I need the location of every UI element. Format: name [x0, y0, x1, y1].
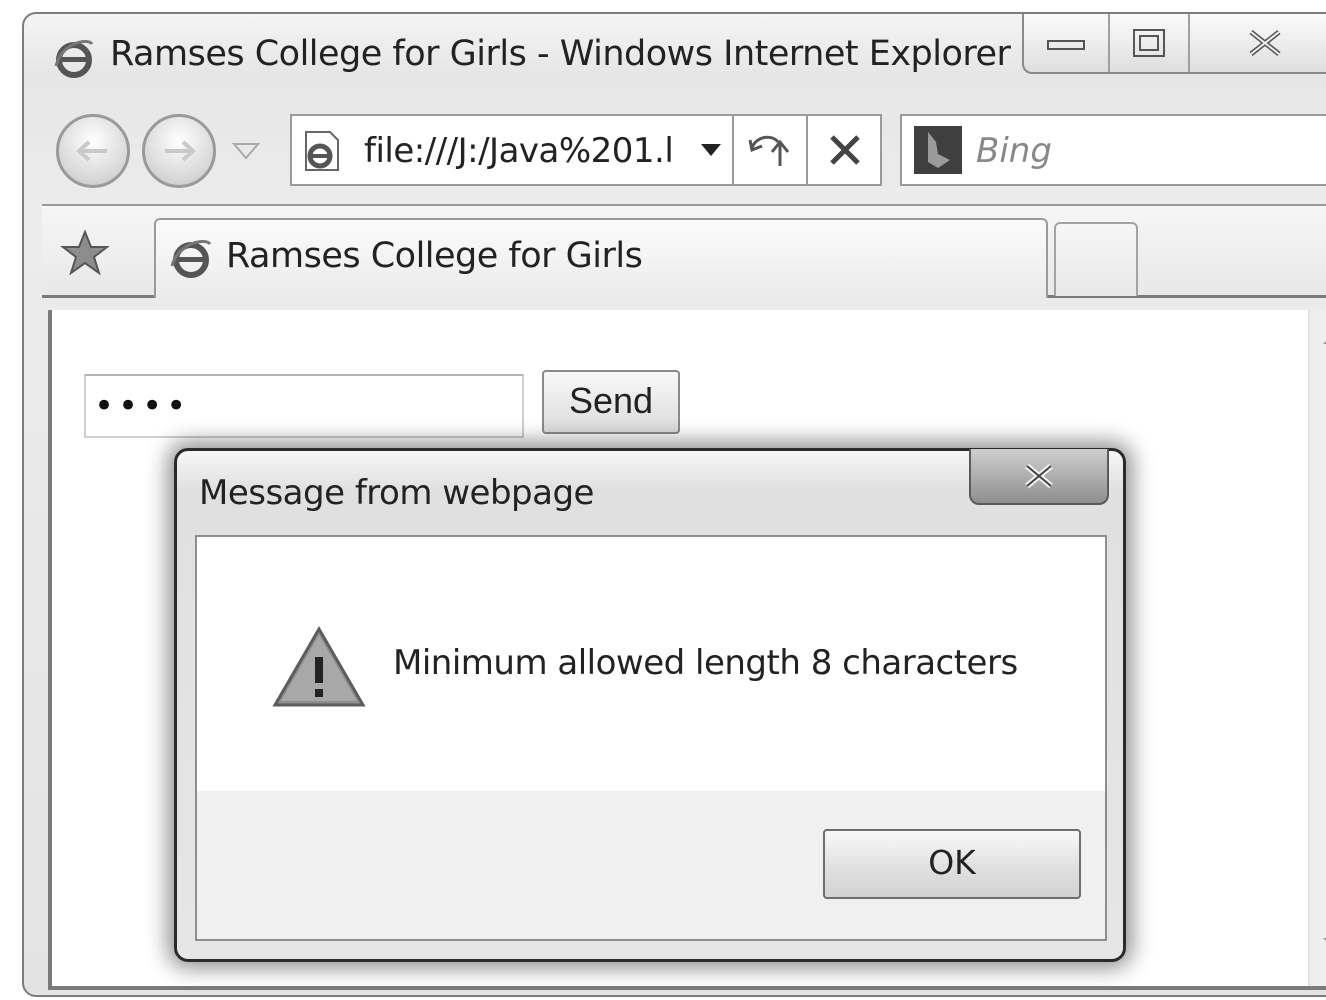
address-dropdown-button[interactable] — [696, 124, 726, 176]
vertical-scrollbar[interactable] — [1308, 310, 1326, 986]
password-input[interactable]: •••• — [84, 374, 524, 438]
tab-ramses-college[interactable]: Ramses College for Girls — [154, 218, 1048, 298]
tab-bar: Ramses College for Girls — [42, 204, 1326, 298]
back-button[interactable] — [56, 114, 130, 188]
forward-button[interactable] — [142, 114, 216, 188]
close-button[interactable] — [1190, 14, 1326, 72]
refresh-icon — [748, 135, 790, 166]
dialog-title: Message from webpage — [199, 473, 594, 513]
maximize-button[interactable] — [1110, 14, 1190, 72]
stop-icon — [830, 135, 860, 165]
window-title: Ramses College for Girls - Windows Inter… — [110, 34, 1011, 74]
ie-logo-icon — [170, 240, 212, 278]
recent-pages-dropdown-icon[interactable] — [232, 142, 260, 160]
address-bar[interactable]: file:///J:/Java%201.l — [290, 114, 882, 186]
refresh-button[interactable] — [732, 116, 808, 184]
alert-dialog: Message from webpage Minimum allowed len… — [174, 448, 1126, 962]
dialog-close-button[interactable] — [969, 449, 1109, 505]
send-button[interactable]: Send — [542, 370, 680, 434]
search-placeholder[interactable]: Bing — [976, 131, 1052, 171]
minimize-icon — [1047, 40, 1085, 50]
ok-button[interactable]: OK — [823, 829, 1081, 899]
dialog-message: Minimum allowed length 8 characters — [393, 643, 1018, 683]
close-icon — [1025, 463, 1053, 489]
stop-button[interactable] — [806, 116, 882, 184]
close-icon — [1249, 30, 1281, 56]
scroll-up-icon[interactable] — [1321, 332, 1326, 346]
search-box[interactable]: Bing — [900, 114, 1326, 186]
forward-arrow-icon — [165, 140, 196, 162]
minimize-button[interactable] — [1024, 14, 1110, 72]
tab-label: Ramses College for Girls — [226, 236, 643, 276]
maximize-icon — [1133, 29, 1165, 57]
bing-icon — [914, 126, 962, 174]
dialog-body: Minimum allowed length 8 characters OK — [195, 535, 1107, 941]
scroll-down-icon[interactable] — [1321, 936, 1326, 950]
page-icon — [305, 131, 339, 171]
ie-logo-icon — [54, 40, 94, 78]
address-url[interactable]: file:///J:/Java%201.l — [364, 131, 674, 171]
back-arrow-icon — [76, 140, 107, 162]
new-tab-button[interactable] — [1054, 222, 1138, 296]
warning-icon — [272, 626, 366, 707]
chevron-down-icon — [701, 144, 721, 156]
star-icon[interactable] — [60, 228, 110, 278]
caption-buttons — [1022, 14, 1326, 74]
